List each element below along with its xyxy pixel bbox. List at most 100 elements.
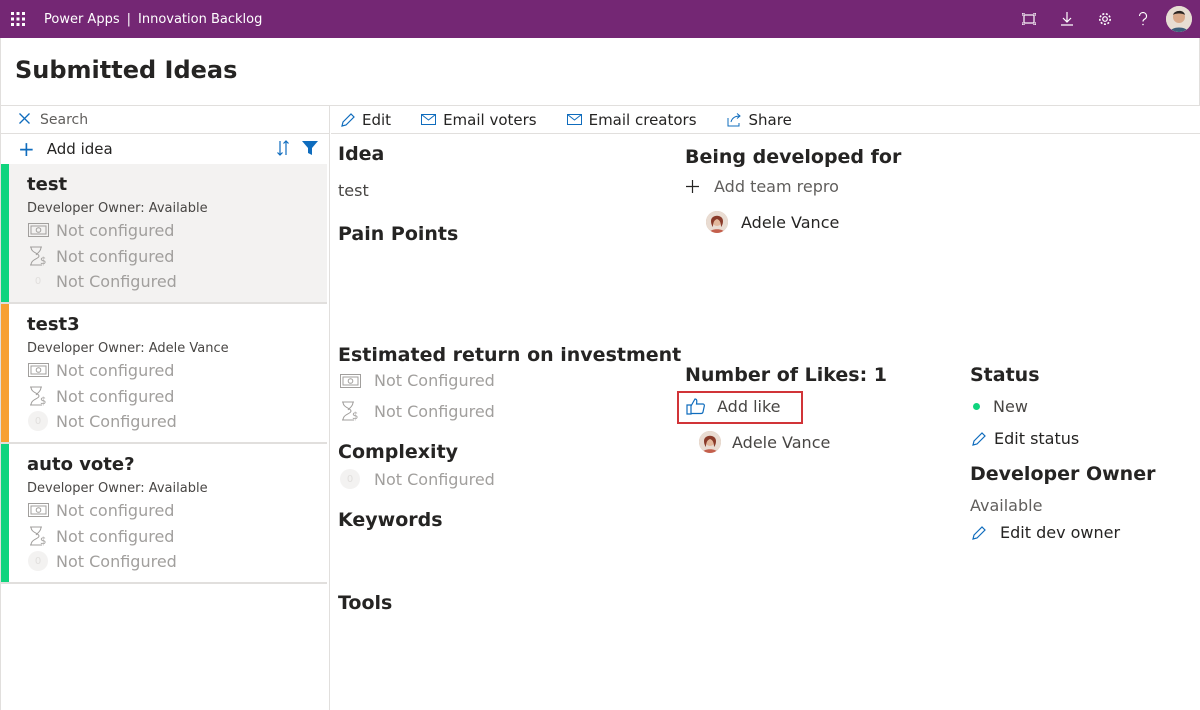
clear-search-icon[interactable] (19, 112, 30, 128)
share-label: Share (748, 110, 792, 129)
add-idea-label: Add idea (46, 140, 113, 158)
filter-icon[interactable] (302, 141, 318, 159)
avatar (706, 211, 728, 233)
header-separator: | (126, 11, 131, 27)
cost-metric: $ Not configured (27, 385, 174, 407)
complexity-value: Not Configured (56, 551, 177, 571)
complexity-metric: 0 Not Configured (27, 550, 177, 572)
complexity-value: Not Configured (56, 271, 177, 291)
share-button[interactable]: Share (727, 111, 792, 129)
status-value: New (993, 397, 1028, 416)
add-like-label: Add like (717, 397, 781, 416)
add-team-repro-button[interactable]: Add team repro (686, 177, 839, 196)
add-like-button[interactable]: Add like (686, 397, 781, 416)
roi-value: Not configured (56, 500, 175, 520)
search-input[interactable]: Search (40, 112, 88, 128)
email-voters-label: Email voters (443, 110, 537, 129)
pencil-icon (972, 525, 1000, 540)
plus-icon (686, 180, 714, 193)
status-stripe (1, 164, 9, 302)
idea-name: test3 (27, 314, 80, 335)
page-title: Submitted Ideas (15, 56, 238, 84)
money-icon (27, 359, 49, 381)
complexity-circle-icon: 0 (340, 469, 360, 489)
share-icon (727, 112, 741, 126)
cost-metric: $ Not configured (27, 525, 174, 547)
email-voters-button[interactable]: Email voters (421, 111, 537, 129)
roi-value: Not Configured (374, 371, 495, 390)
complexity-circle-icon: 0 (28, 551, 48, 571)
being-developed-for-label: Being developed for (685, 146, 902, 168)
tools-label: Tools (338, 592, 393, 614)
complexity-metric: 0 Not Configured (27, 410, 177, 432)
money-icon (27, 499, 49, 521)
edit-dev-owner-label: Edit dev owner (1000, 523, 1121, 542)
idea-card[interactable]: test3 Developer Owner: Adele Vance Not c… (1, 304, 327, 444)
cost-value: Not configured (56, 246, 175, 266)
complexity-circle-icon: 0 (28, 271, 48, 291)
idea-label: Idea (338, 143, 385, 165)
person-name: Adele Vance (732, 432, 831, 452)
help-icon[interactable] (1124, 0, 1162, 38)
roi-value: Not configured (56, 360, 175, 380)
roi-row: Not Configured (340, 371, 495, 390)
hourglass-dollar-icon: $ (27, 245, 49, 267)
settings-gear-icon[interactable] (1086, 0, 1124, 38)
roi-value: Not configured (56, 220, 175, 240)
thumbs-up-icon (686, 398, 717, 415)
app-title: Innovation Backlog (138, 11, 263, 27)
detail-toolbar: Edit Email voters Email creators Share (331, 106, 1200, 134)
pencil-icon (972, 431, 994, 446)
developed-for-person: Adele Vance (706, 211, 839, 233)
edit-status-button[interactable]: Edit status (972, 429, 1079, 448)
status-label: Status (970, 364, 1040, 386)
complexity-row: 0 Not Configured (340, 469, 495, 489)
download-icon[interactable] (1048, 0, 1086, 38)
idea-card[interactable]: test Developer Owner: Available Not conf… (1, 164, 327, 304)
idea-owner: Developer Owner: Available (27, 481, 208, 496)
idea-card[interactable]: auto vote? Developer Owner: Available No… (1, 444, 327, 584)
status-value-row: New (973, 397, 1028, 416)
complexity-metric: 0 Not Configured (27, 270, 177, 292)
email-creators-button[interactable]: Email creators (566, 110, 697, 129)
edit-dev-owner-button[interactable]: Edit dev owner (972, 523, 1120, 542)
app-name[interactable]: Power Apps (44, 12, 120, 27)
like-person: Adele Vance (699, 431, 830, 453)
app-header: Power Apps | Innovation Backlog (0, 0, 1200, 38)
edit-button[interactable]: Edit (341, 111, 391, 129)
cost-metric: $ Not configured (27, 245, 174, 267)
pencil-icon (341, 112, 355, 127)
roi-label: Estimated return on investment (338, 344, 682, 366)
roi-metric: Not configured (27, 219, 174, 241)
fit-to-window-icon[interactable] (1010, 0, 1048, 38)
hourglass-dollar-icon: $ (27, 385, 49, 407)
developer-owner-value: Available (970, 496, 1043, 515)
title-bar: Submitted Ideas (0, 38, 1200, 106)
hourglass-dollar-icon: $ (27, 525, 49, 547)
app-launcher-icon[interactable] (0, 0, 36, 38)
roi-metric: Not configured (27, 499, 174, 521)
svg-text:$: $ (352, 411, 358, 421)
idea-name: auto vote? (27, 454, 135, 475)
add-idea-button[interactable]: + Add idea (1, 134, 329, 164)
complexity-value: Not Configured (374, 469, 495, 489)
person-name: Adele Vance (741, 212, 840, 232)
idea-owner: Developer Owner: Adele Vance (27, 341, 229, 356)
search-box[interactable]: Search (1, 106, 329, 134)
edit-label: Edit (362, 110, 392, 129)
hourglass-dollar-icon: $ (340, 401, 374, 421)
mail-icon (421, 114, 437, 125)
pain-points-label: Pain Points (338, 223, 459, 245)
cost-value: Not configured (56, 386, 175, 406)
sort-icon[interactable] (277, 140, 289, 160)
likes-count-label: Number of Likes: 1 (685, 364, 888, 386)
complexity-circle-icon: 0 (28, 411, 48, 431)
complexity-label: Complexity (338, 441, 459, 463)
user-avatar[interactable] (1166, 6, 1192, 32)
email-creators-label: Email creators (588, 110, 697, 129)
svg-text:$: $ (40, 396, 46, 406)
plus-icon: + (18, 137, 35, 161)
add-team-repro-label: Add team repro (714, 177, 839, 196)
idea-owner: Developer Owner: Available (27, 201, 208, 216)
mail-icon (566, 114, 582, 125)
